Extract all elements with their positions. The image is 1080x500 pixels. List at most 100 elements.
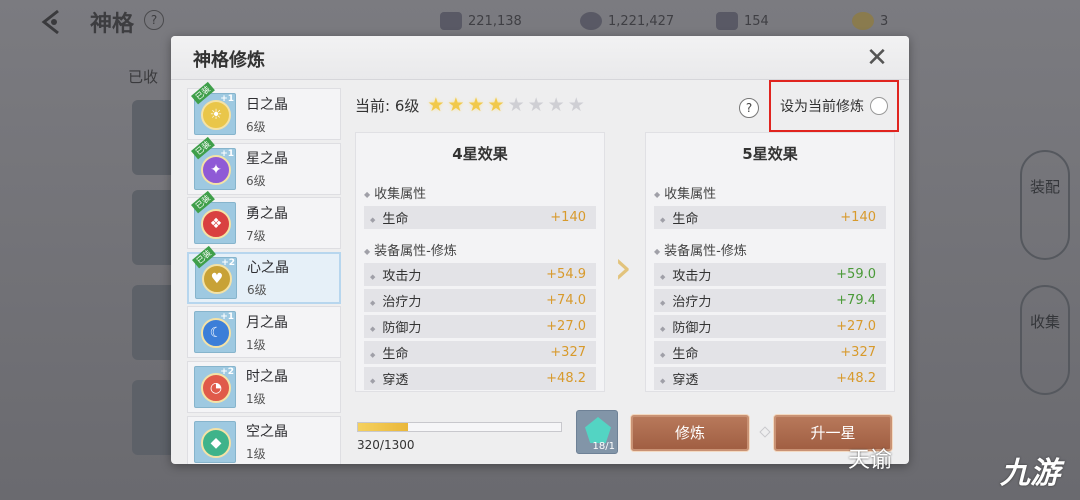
current-level-label: 当前: 6级: [355, 96, 420, 115]
modal-title: 神格修炼: [193, 50, 265, 71]
crystal-item[interactable]: ♥ 已装 +2 心之晶 6级: [187, 245, 341, 304]
stat-row: 穿透 +48.2: [654, 367, 886, 390]
plus-badge: +2: [221, 257, 235, 268]
equip-side-button[interactable]: 装配: [1020, 150, 1070, 260]
stat-name: 防御力: [660, 317, 711, 336]
current-level: 当前: 6级 ★ ★ ★ ★ ★ ★ ★ ★: [355, 94, 588, 116]
crystal-item[interactable]: ✦ 已装 +1 星之晶 6级: [187, 136, 341, 195]
stat-row: 生命 +327: [654, 341, 886, 364]
stat-value: +48.2: [546, 371, 586, 386]
coin-icon: [580, 12, 602, 30]
crystal-icon: ◆: [201, 427, 231, 458]
stat-row: 生命 +327: [364, 341, 596, 364]
stat-name: 治疗力: [370, 291, 421, 310]
set-current-toggle[interactable]: [870, 97, 888, 115]
crystal-name: 心之晶: [247, 260, 289, 277]
equip-attributes-heading: 装备属性-修炼: [356, 232, 604, 263]
crystal-name: 时之晶: [246, 369, 288, 386]
crystal-thumb: ♥ 已装 +2: [192, 245, 237, 299]
crystal-item[interactable]: ◆ 空之晶 1级: [187, 415, 341, 464]
crystal-thumb: ☾ +1: [194, 311, 236, 354]
crystal-icon: ☾: [201, 318, 231, 349]
stat-row: 治疗力 +74.0: [364, 289, 596, 312]
crystal-list: ☀ 已装 +1 日之晶 6级 ✦ 已装 +1 星之晶 6级 ❖ 已装 勇之晶 7级 ♥ 已装 +2 心之晶 6级 ☾ +…: [187, 81, 341, 464]
crystal-level: 7级: [246, 228, 266, 243]
exp-progress-bar: [357, 422, 562, 432]
crystal-level: 1级: [246, 447, 266, 462]
training-modal: 神格修炼 ✕ ☀ 已装 +1 日之晶 6级 ✦ 已装 +1 星之晶 6级 ❖ 已装 勇之晶 7级 ♥ 已装 +2…: [171, 36, 909, 464]
medal-icon: [852, 12, 874, 30]
material-slot[interactable]: 18/1: [576, 410, 618, 454]
effect-panel-next: 5星效果收集属性生命 +140 装备属性-修炼攻击力 +59.0 治疗力 +79.4 防御力…: [645, 132, 895, 392]
panel-title: 4星效果: [452, 145, 508, 163]
train-button[interactable]: 修炼: [630, 414, 750, 452]
close-icon[interactable]: ✕: [863, 44, 891, 72]
crystal-name: 星之晶: [246, 151, 288, 168]
stat-value: +140: [550, 210, 586, 225]
shield-icon: [716, 12, 738, 30]
plus-badge: +1: [220, 312, 234, 323]
watermark-text: 天谕: [848, 448, 893, 473]
arrow-right-icon: ›: [613, 240, 633, 294]
stat-value: +327: [550, 345, 586, 360]
crystal-thumb: ✦ 已装 +1: [191, 136, 236, 190]
crystal-name: 月之晶: [246, 314, 288, 331]
exp-progress-text: 320/1300: [357, 438, 415, 452]
stat-name: 生命: [660, 208, 698, 227]
crystal-text: 勇之晶 7级: [246, 203, 288, 244]
star-icon: ★: [507, 94, 525, 116]
set-current-training[interactable]: 设为当前修炼: [769, 80, 899, 132]
back-icon[interactable]: [34, 8, 68, 36]
resource-3: 154: [716, 10, 769, 32]
crystal-text: 心之晶 6级: [247, 257, 289, 298]
crystal-thumb: ☀ 已装 +1: [191, 81, 236, 135]
stat-value: +27.0: [546, 319, 586, 334]
crystal-thumb: ◔ +2: [194, 365, 236, 408]
stat-row: 穿透 +48.2: [364, 367, 596, 390]
stat-row: 防御力 +27.0: [654, 315, 886, 338]
star-icon: ★: [567, 94, 585, 116]
stat-value: +54.9: [546, 267, 586, 282]
crystal-icon: ☀: [201, 100, 231, 130]
stat-row: 攻击力 +54.9: [364, 263, 596, 286]
crystal-material-icon: [585, 417, 611, 443]
crystal-text: 星之晶 6级: [246, 148, 288, 189]
crystal-item[interactable]: ☀ 已装 +1 日之晶 6级: [187, 81, 341, 140]
stat-value: +27.0: [836, 319, 876, 334]
stat-name: 生命: [370, 343, 408, 362]
stat-value: +74.0: [546, 293, 586, 308]
crystal-icon: ✦: [201, 154, 231, 185]
panel-title: 5星效果: [742, 145, 798, 163]
resource-2: 1,221,427: [580, 10, 674, 32]
stat-name: 生命: [370, 208, 408, 227]
stat-name: 攻击力: [660, 265, 711, 284]
crystal-level: 6级: [246, 119, 266, 134]
exp-progress-fill: [358, 423, 408, 431]
resource-icon: [440, 12, 462, 30]
plus-badge: +1: [220, 94, 234, 104]
crystal-item[interactable]: ◔ +2 时之晶 1级: [187, 360, 341, 413]
crystal-name: 勇之晶: [246, 205, 288, 222]
crystal-text: 月之晶 1级: [246, 312, 288, 353]
button-separator: [759, 426, 771, 438]
stat-name: 防御力: [370, 317, 421, 336]
stat-name: 穿透: [370, 369, 408, 388]
help-icon[interactable]: ?: [144, 10, 164, 30]
crystal-name: 日之晶: [246, 96, 288, 113]
help-icon[interactable]: ?: [739, 98, 759, 118]
star-icon: ★: [527, 94, 545, 116]
stat-row: 防御力 +27.0: [364, 315, 596, 338]
collect-side-button[interactable]: 收集: [1020, 285, 1070, 395]
page-title: 神格: [90, 12, 135, 37]
plus-badge: +2: [220, 366, 234, 377]
crystal-item[interactable]: ❖ 已装 勇之晶 7级: [187, 191, 341, 250]
star-icon: ★: [447, 94, 465, 116]
crystal-item[interactable]: ☾ +1 月之晶 1级: [187, 306, 341, 359]
stat-value: +140: [840, 210, 876, 225]
stat-value: +59.0: [836, 267, 876, 282]
star-icon: ★: [487, 94, 505, 116]
stat-name: 攻击力: [370, 265, 421, 284]
crystal-text: 日之晶 6级: [246, 94, 288, 135]
stat-name: 穿透: [660, 369, 698, 388]
crystal-icon: ◔: [201, 372, 231, 403]
